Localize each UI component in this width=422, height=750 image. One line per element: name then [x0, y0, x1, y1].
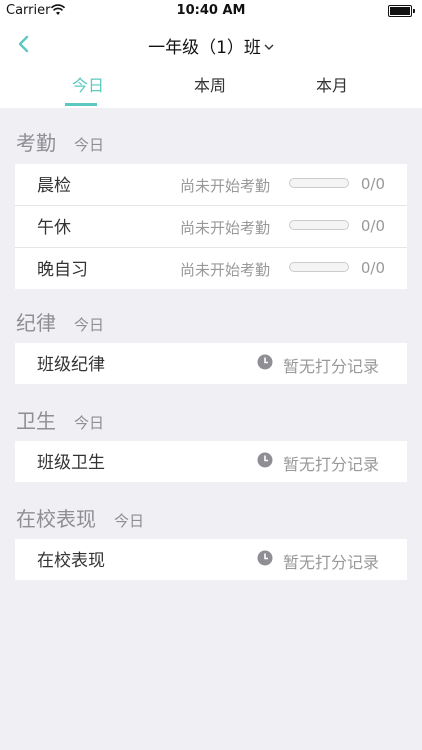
clock-time: 10:40 AM: [176, 3, 246, 18]
row-label: 班级卫生: [37, 453, 105, 473]
active-tab-indicator: [65, 103, 97, 106]
attendance-progress-bar: [289, 262, 349, 272]
clock-icon: [257, 550, 273, 566]
navigation-bar: 一年级（1）班: [0, 22, 422, 66]
attendance-card: 晨检 尚未开始考勤 0/0 午休 尚未开始考勤 0/0 晚自习 尚未开始考勤 0…: [15, 164, 407, 289]
row-label: 班级纪律: [37, 355, 105, 375]
row-status: 暂无打分记录: [283, 553, 380, 572]
hygiene-card: 班级卫生 暂无打分记录: [15, 441, 407, 482]
performance-card: 在校表现 暂无打分记录: [15, 539, 407, 580]
discipline-section-header: 纪律 今日: [16, 307, 104, 336]
discipline-row[interactable]: 班级纪律 暂无打分记录: [15, 343, 407, 384]
row-status: 暂无打分记录: [283, 357, 380, 376]
section-title: 纪律: [16, 311, 56, 335]
row-status: 尚未开始考勤: [180, 177, 271, 195]
section-title: 在校表现: [16, 507, 96, 531]
row-status: 尚未开始考勤: [180, 219, 271, 237]
tab-today[interactable]: 今日: [62, 66, 114, 108]
status-bar: Carrier 10:40 AM: [0, 0, 422, 22]
section-subtitle: 今日: [74, 316, 105, 334]
tab-this-month[interactable]: 本月: [306, 66, 358, 108]
discipline-card: 班级纪律 暂无打分记录: [15, 343, 407, 384]
tab-this-week[interactable]: 本周: [184, 66, 236, 108]
attendance-count: 0/0: [360, 259, 385, 277]
page-title: 一年级（1）班: [148, 38, 261, 58]
battery-icon: [388, 5, 415, 17]
section-title: 卫生: [16, 409, 56, 433]
section-subtitle: 今日: [74, 414, 105, 432]
row-label: 午休: [37, 218, 71, 238]
row-label: 在校表现: [37, 551, 105, 571]
row-status: 暂无打分记录: [283, 455, 380, 474]
performance-row[interactable]: 在校表现 暂无打分记录: [15, 539, 407, 580]
attendance-progress-bar: [289, 178, 349, 188]
class-selector[interactable]: 一年级（1）班: [148, 33, 274, 58]
hygiene-section-header: 卫生 今日: [16, 405, 104, 434]
attendance-count: 0/0: [360, 175, 385, 193]
period-tabs: 今日 本周 本月: [0, 66, 422, 108]
section-title: 考勤: [16, 131, 56, 155]
attendance-count: 0/0: [360, 217, 385, 235]
hygiene-row[interactable]: 班级卫生 暂无打分记录: [15, 441, 407, 482]
performance-section-header: 在校表现 今日: [16, 503, 144, 532]
row-status: 尚未开始考勤: [180, 261, 271, 279]
attendance-row-noon-rest[interactable]: 午休 尚未开始考勤 0/0: [15, 206, 407, 248]
chevron-down-icon: [264, 44, 274, 50]
clock-icon: [257, 452, 273, 468]
attendance-progress-bar: [289, 220, 349, 230]
page-title-area: 一年级（1）班: [0, 33, 422, 58]
row-label: 晨检: [37, 176, 71, 196]
row-label: 晚自习: [37, 260, 88, 280]
attendance-row-morning-check[interactable]: 晨检 尚未开始考勤 0/0: [15, 164, 407, 206]
clock-icon: [257, 354, 273, 370]
attendance-row-evening-study[interactable]: 晚自习 尚未开始考勤 0/0: [15, 248, 407, 289]
attendance-section-header: 考勤 今日: [16, 127, 104, 156]
section-subtitle: 今日: [114, 512, 145, 530]
section-subtitle: 今日: [74, 136, 105, 154]
